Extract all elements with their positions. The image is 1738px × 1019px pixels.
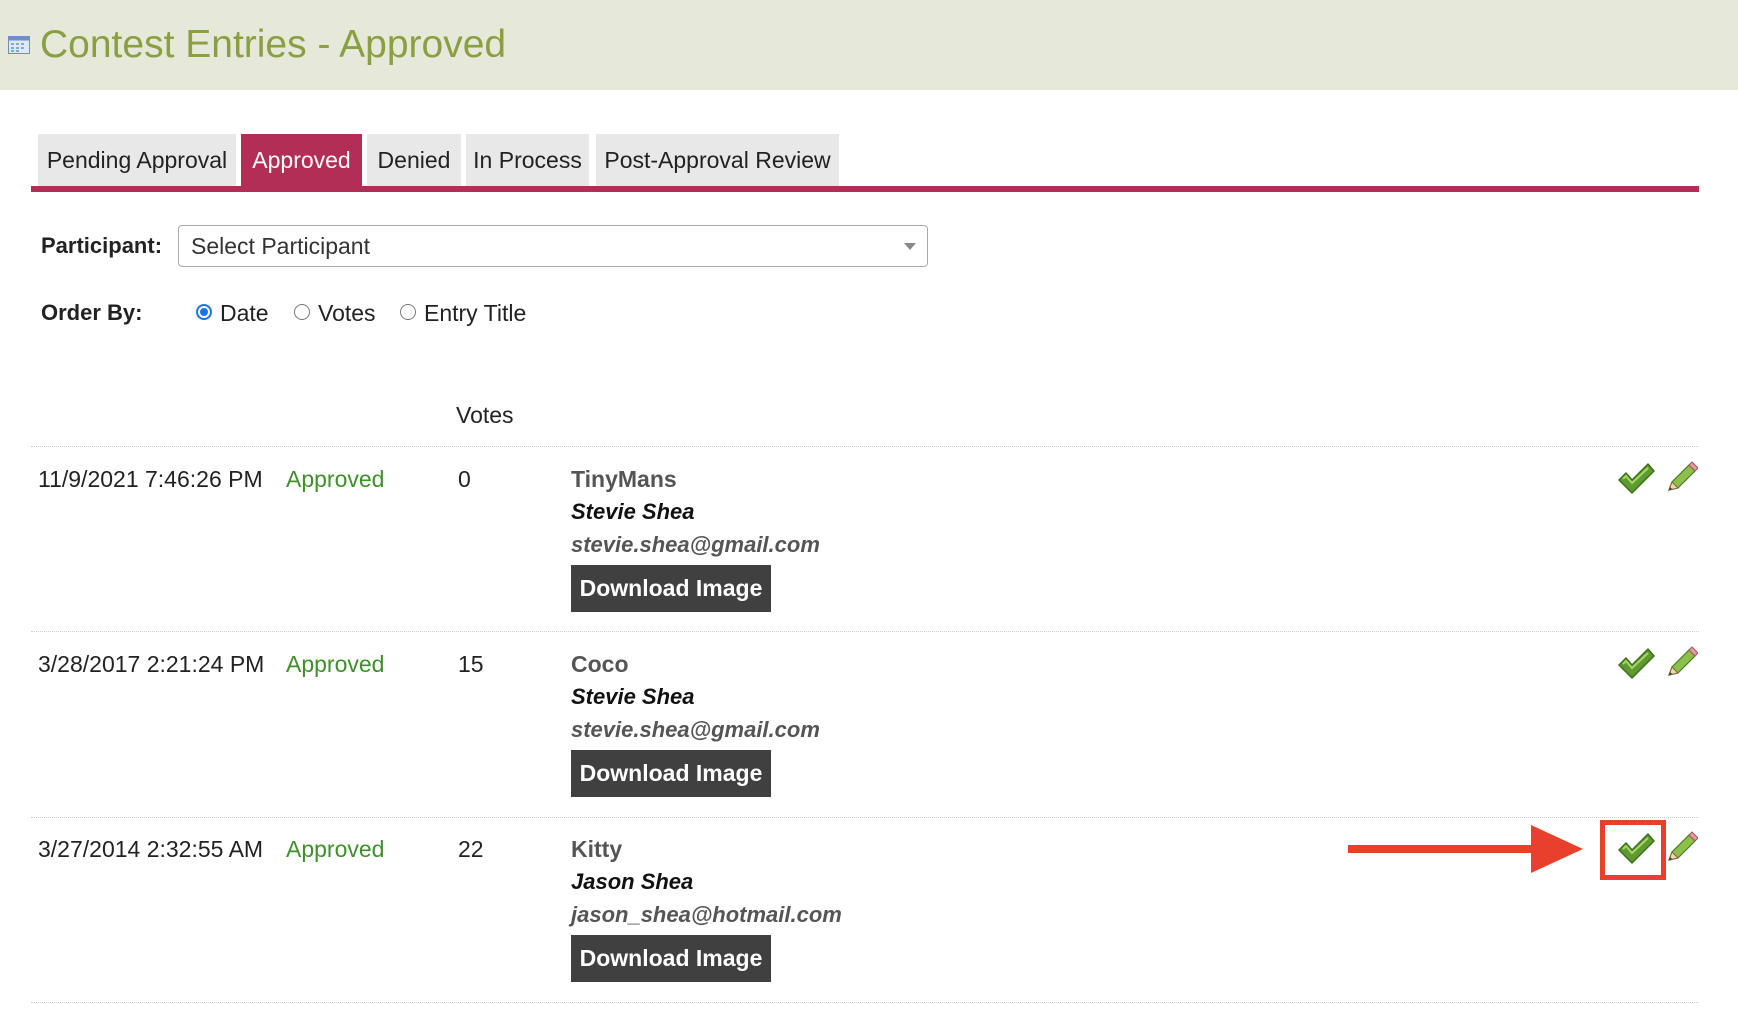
- entry-title: TinyMans: [571, 466, 677, 492]
- download-image-button[interactable]: Download Image: [571, 565, 771, 612]
- participant-name: Stevie Shea: [571, 684, 695, 709]
- status-badge: Approved: [286, 836, 385, 862]
- annotation-arrow-icon: [1348, 825, 1583, 873]
- checkmark-icon[interactable]: [1617, 462, 1655, 496]
- row-divider: [31, 1002, 1699, 1003]
- participant-name: Jason Shea: [571, 869, 694, 894]
- chevron-down-icon: [904, 243, 916, 250]
- vote-count: 22: [458, 836, 484, 862]
- radio-entry-title[interactable]: [400, 304, 416, 320]
- participant-email: stevie.shea@gmail.com: [571, 717, 820, 742]
- pencil-icon[interactable]: [1665, 461, 1698, 495]
- row-divider: [31, 631, 1699, 632]
- page-title: Contest Entries - Approved: [40, 23, 507, 66]
- tab-in-process[interactable]: In Process: [466, 134, 589, 187]
- calendar-icon: [8, 36, 30, 54]
- tab-post-approval-review[interactable]: Post-Approval Review: [596, 134, 839, 187]
- pencil-icon[interactable]: [1665, 831, 1698, 865]
- row-divider: [31, 446, 1699, 447]
- radio-votes-label: Votes: [318, 300, 376, 326]
- annotation-highlight-box: [1600, 820, 1666, 880]
- vote-count: 0: [458, 466, 471, 492]
- tab-pending-approval[interactable]: Pending Approval: [38, 134, 236, 187]
- participant-select[interactable]: Select Participant: [178, 225, 928, 267]
- checkmark-icon[interactable]: [1617, 647, 1655, 681]
- radio-entry-title-label: Entry Title: [424, 300, 527, 326]
- status-badge: Approved: [286, 466, 385, 492]
- radio-date-label: Date: [220, 300, 269, 326]
- download-image-button[interactable]: Download Image: [571, 935, 771, 982]
- table-row: 3/28/2017 2:21:24 PM Approved 15 Coco St…: [0, 646, 1738, 834]
- page-header: Contest Entries - Approved: [0, 0, 1738, 90]
- participant-name: Stevie Shea: [571, 499, 695, 524]
- participant-email: stevie.shea@gmail.com: [571, 532, 820, 557]
- entry-date: 3/27/2014 2:32:55 AM: [38, 836, 264, 862]
- entry-date: 11/9/2021 7:46:26 PM: [38, 466, 263, 492]
- entry-title: Kitty: [571, 836, 623, 862]
- tab-denied[interactable]: Denied: [367, 134, 461, 187]
- votes-column-header: Votes: [456, 402, 514, 428]
- entry-title: Coco: [571, 651, 629, 677]
- entry-date: 3/28/2017 2:21:24 PM: [38, 651, 265, 677]
- tab-underline: [31, 186, 1699, 192]
- status-badge: Approved: [286, 651, 385, 677]
- table-row: 11/9/2021 7:46:26 PM Approved 0 TinyMans…: [0, 461, 1738, 649]
- participant-select-value: Select Participant: [191, 233, 370, 259]
- participant-label: Participant:: [41, 233, 163, 258]
- radio-date[interactable]: [196, 304, 212, 320]
- participant-email: jason_shea@hotmail.com: [571, 902, 842, 927]
- row-divider: [31, 817, 1699, 818]
- order-by-label: Order By:: [41, 300, 143, 325]
- vote-count: 15: [458, 651, 484, 677]
- radio-votes[interactable]: [294, 304, 310, 320]
- pencil-icon[interactable]: [1665, 646, 1698, 680]
- tab-approved[interactable]: Approved: [241, 134, 362, 187]
- download-image-button[interactable]: Download Image: [571, 750, 771, 797]
